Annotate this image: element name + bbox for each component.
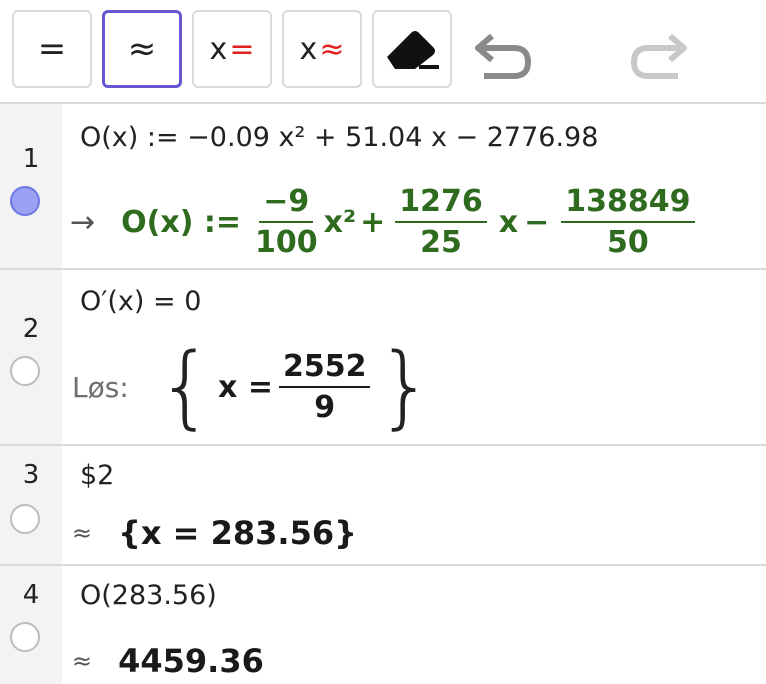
- row-gutter: [0, 104, 62, 268]
- eraser-icon: [387, 31, 439, 69]
- numeric-label: ≈: [127, 29, 157, 69]
- exact-label: =: [37, 29, 67, 69]
- fraction-c-num: 138849: [561, 184, 695, 223]
- exact-button[interactable]: =: [12, 10, 92, 88]
- fraction-b-den: 25: [420, 225, 462, 260]
- fraction-b-num: 1276: [395, 184, 487, 223]
- left-brace: {: [156, 334, 215, 439]
- row-input[interactable]: O(x) := −0.09 x² + 51.04 x − 2776.98: [80, 122, 598, 153]
- x-term: x: [498, 204, 519, 240]
- solution-num: 2552: [278, 349, 371, 388]
- fraction-c: 138849 50: [561, 184, 695, 260]
- output-value: 4459.36: [118, 642, 264, 680]
- keep-input-symbol: =: [229, 31, 255, 67]
- row-number: 2: [22, 314, 40, 344]
- fraction-a: −9 100: [255, 184, 318, 260]
- x-squared: x²: [323, 204, 357, 240]
- toolbar: = ≈ x = x ≈: [0, 0, 766, 104]
- visibility-toggle[interactable]: [10, 622, 40, 652]
- row-number: 3: [22, 460, 40, 490]
- visibility-toggle[interactable]: [10, 186, 40, 216]
- row-output: Løs: { x = 2552 9 }: [72, 342, 434, 432]
- row-output: ≈ 4459.36: [72, 642, 264, 680]
- row-output: → O(x) := −9 100 x² + 1276 25 x − 138849…: [70, 184, 701, 260]
- row-output: ≈ {x = 283.56}: [72, 514, 357, 552]
- keep-input-button[interactable]: x =: [192, 10, 272, 88]
- keep-input-x: x: [209, 31, 228, 67]
- approx-input-x: x: [299, 31, 318, 67]
- redo-icon[interactable]: [626, 28, 690, 84]
- numeric-button[interactable]: ≈: [102, 10, 182, 88]
- fraction-a-num: −9: [259, 184, 314, 223]
- visibility-toggle[interactable]: [10, 356, 40, 386]
- row-input[interactable]: O′(x) = 0: [80, 286, 201, 317]
- undo-icon[interactable]: [472, 28, 536, 84]
- cas-row-2[interactable]: 2 O′(x) = 0 Løs: { x = 2552 9 }: [0, 270, 766, 446]
- eraser-button[interactable]: [372, 10, 452, 88]
- fraction-a-den: 100: [255, 225, 318, 260]
- output-arrow: →: [70, 204, 96, 240]
- solution-den: 9: [314, 390, 336, 425]
- function-lhs: O(x) :=: [121, 204, 241, 240]
- row-input[interactable]: O(283.56): [80, 580, 217, 611]
- solution-fraction: 2552 9: [278, 349, 371, 425]
- approx-input-symbol: ≈: [319, 31, 345, 67]
- solve-prefix: Løs:: [72, 370, 129, 404]
- solution-var: x =: [218, 369, 273, 405]
- plus-sign: +: [360, 204, 386, 240]
- output-value: {x = 283.56}: [118, 514, 357, 552]
- fraction-b: 1276 25: [395, 184, 487, 260]
- visibility-toggle[interactable]: [10, 504, 40, 534]
- row-number: 4: [22, 580, 40, 610]
- approx-sign: ≈: [72, 647, 93, 675]
- minus-sign: −: [524, 204, 550, 240]
- cas-row-1[interactable]: 1 O(x) := −0.09 x² + 51.04 x − 2776.98 →…: [0, 104, 766, 270]
- row-number: 1: [22, 144, 40, 174]
- cas-row-3[interactable]: 3 $2 ≈ {x = 283.56}: [0, 446, 766, 566]
- fraction-c-den: 50: [607, 225, 649, 260]
- evaluate-approx-button[interactable]: x ≈: [282, 10, 362, 88]
- right-brace: }: [376, 334, 434, 439]
- row-input[interactable]: $2: [80, 460, 114, 491]
- cas-row-4[interactable]: 4 O(283.56) ≈ 4459.36: [0, 566, 766, 684]
- approx-sign: ≈: [72, 519, 93, 547]
